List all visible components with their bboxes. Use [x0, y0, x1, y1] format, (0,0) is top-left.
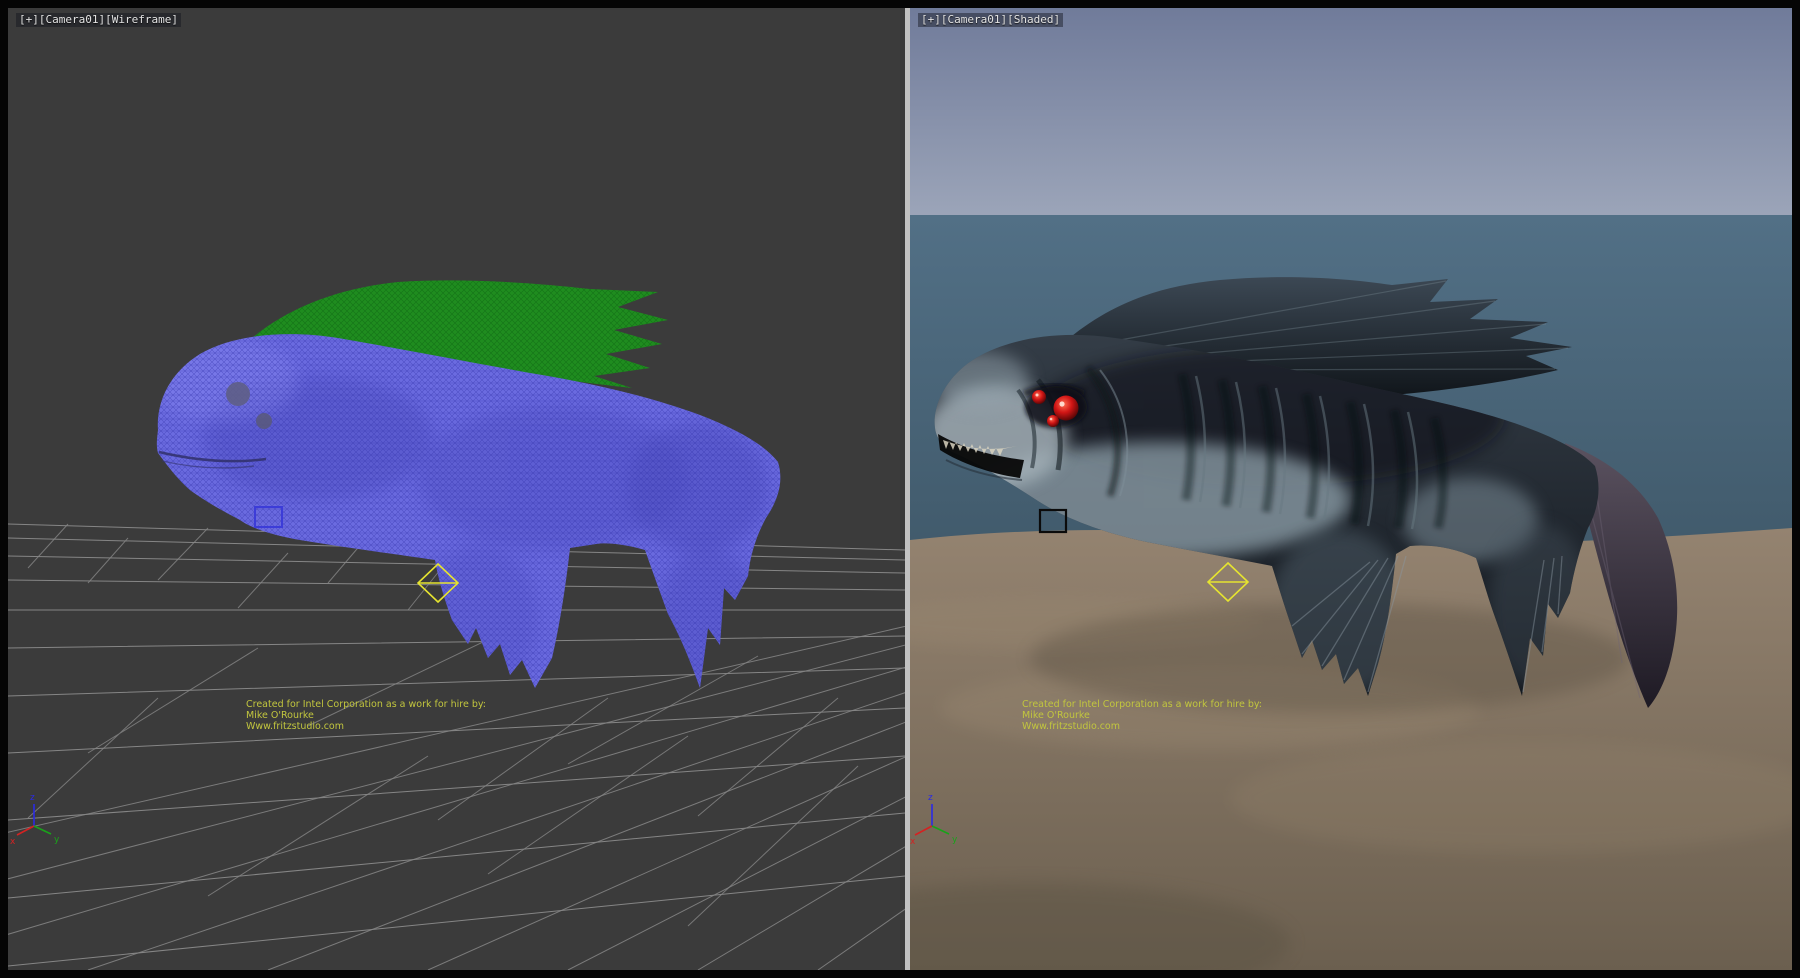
fish-eye-small-upper [1032, 390, 1046, 404]
viewport-menu-general[interactable]: [+] [921, 13, 941, 26]
viewport-label: [+][Camera01][Shaded] [918, 13, 1063, 27]
credit-line-2: Mike O'Rourke [246, 710, 314, 721]
fish-eye-spot-small [256, 413, 272, 429]
viewport-label: [+][Camera01][Wireframe] [16, 13, 181, 27]
viewport-shaded[interactable]: [+][Camera01][Shaded] [910, 8, 1792, 970]
viewport-menu-general[interactable]: [+] [19, 13, 39, 26]
credit-line-2: Mike O'Rourke [1022, 710, 1090, 721]
viewport-menu-shading[interactable]: [Wireframe] [105, 13, 178, 26]
viewport-menu-pov[interactable]: [Camera01] [941, 13, 1007, 26]
credit-line-3: Www.fritzstudio.com [1022, 721, 1120, 732]
axis-label-z: z [928, 793, 933, 803]
viewport-wireframe[interactable]: [+][Camera01][Wireframe] [8, 8, 905, 970]
fish-eye-small-lower [1047, 415, 1059, 427]
axis-label-y: y [952, 835, 958, 845]
fish-eye-large [1054, 396, 1079, 421]
credit-line-1: Created for Intel Corporation as a work … [246, 699, 486, 710]
sky [910, 8, 1792, 218]
axis-label-z: z [30, 793, 35, 803]
axis-label-y: y [54, 835, 60, 845]
viewport-menu-pov[interactable]: [Camera01] [39, 13, 105, 26]
fish-eyes [1025, 386, 1087, 428]
viewport-menu-shading[interactable]: [Shaded] [1007, 13, 1060, 26]
credit-line-1: Created for Intel Corporation as a work … [1022, 699, 1262, 710]
credit-text: Created for Intel Corporation as a work … [246, 699, 486, 732]
axis-label-x: x [910, 837, 916, 847]
credit-line-3: Www.fritzstudio.com [246, 721, 344, 732]
viewport-workspace: [+][Camera01][Wireframe] [0, 0, 1800, 978]
world-axis-tripod: z x y [10, 793, 60, 847]
viewport-canvas-shaded[interactable]: Created for Intel Corporation as a work … [910, 8, 1792, 970]
fish-eye-spot [226, 382, 250, 406]
axis-label-x: x [10, 837, 16, 847]
fish-model-wireframe[interactable] [148, 280, 780, 690]
fish-body-wire-overlay [157, 334, 781, 688]
viewport-canvas-wireframe[interactable]: Created for Intel Corporation as a work … [8, 8, 905, 970]
